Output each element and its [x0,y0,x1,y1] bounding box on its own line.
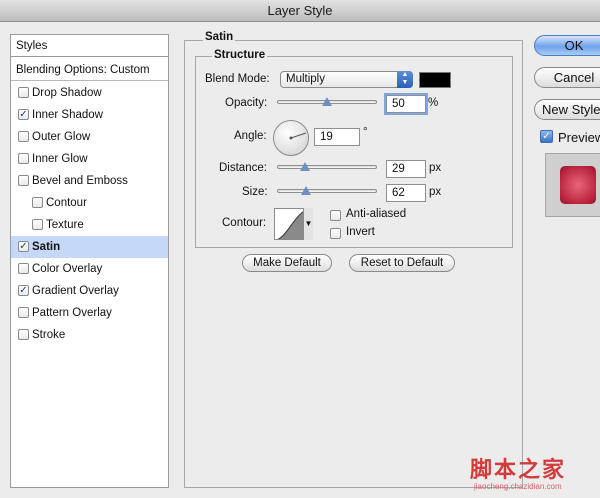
style-item-checkbox[interactable] [32,197,43,208]
style-item-checkbox[interactable] [18,131,29,142]
style-item-drop-shadow[interactable]: Drop Shadow [11,82,168,104]
size-slider[interactable] [277,189,377,193]
opacity-unit: % [428,97,439,109]
preview-label: Preview [558,130,600,145]
style-item-checkbox[interactable]: ✓ [18,285,29,296]
contour-dropdown-arrow-icon[interactable]: ▼ [303,208,313,240]
style-item-checkbox[interactable] [18,175,29,186]
anti-aliased-label: Anti-aliased [346,208,407,220]
blend-mode-label: Blend Mode: [205,73,270,85]
watermark: 脚本之家 jiaocheng.chazidian.com [470,452,600,498]
contour-label: Contour: [222,217,267,229]
distance-label: Distance: [219,162,267,174]
style-item-checkbox[interactable] [18,87,29,98]
style-item-inner-glow[interactable]: Inner Glow [11,148,168,170]
distance-unit: px [429,162,442,174]
new-style-button[interactable]: New Style... [534,99,600,120]
angle-dial-needle-icon [289,132,307,140]
size-label: Size: [242,186,268,198]
size-slider-thumb[interactable] [301,186,311,195]
distance-slider[interactable] [277,165,377,169]
preview-swatch [560,166,596,204]
distance-slider-thumb[interactable] [300,162,310,171]
invert-label: Invert [346,226,375,238]
style-item-checkbox[interactable] [18,263,29,274]
style-item-label: Inner Glow [32,153,88,165]
style-item-pattern-overlay[interactable]: Pattern Overlay [11,302,168,324]
style-item-texture[interactable]: Texture [11,214,168,236]
select-arrows-icon: ▲ ▼ [397,71,413,88]
opacity-slider-thumb[interactable] [322,97,332,106]
style-item-label: Stroke [32,329,66,341]
size-unit: px [429,186,442,198]
cancel-button[interactable]: Cancel [534,67,600,88]
style-item-checkbox[interactable] [18,307,29,318]
opacity-label: Opacity: [225,97,268,109]
style-item-color-overlay[interactable]: Color Overlay [11,258,168,280]
style-item-label: Color Overlay [32,263,103,275]
angle-label: Angle: [234,130,267,142]
ok-button[interactable]: OK [534,35,600,56]
style-item-checkbox[interactable]: ✓ [18,241,29,252]
style-item-contour[interactable]: Contour [11,192,168,214]
window-titlebar: Layer Style [0,0,600,22]
style-item-inner-shadow[interactable]: ✓ Inner Shadow [11,104,168,126]
reset-to-default-button[interactable]: Reset to Default [349,254,455,272]
blend-mode-select[interactable]: Multiply ▲ ▼ [280,71,413,88]
styles-header[interactable]: Styles [11,35,168,57]
style-item-label: Bevel and Emboss [32,175,128,187]
style-item-label: Gradient Overlay [32,285,119,297]
contour-curve-icon [277,210,306,239]
style-item-checkbox[interactable] [32,219,43,230]
style-item-checkbox[interactable] [18,153,29,164]
angle-input[interactable]: 19 [314,128,360,146]
preview-checkbox[interactable]: ✓ [540,130,553,143]
make-default-button[interactable]: Make Default [242,254,332,272]
style-item-satin[interactable]: ✓ Satin [11,236,168,258]
style-item-label: Outer Glow [32,131,91,143]
style-item-bevel-and-emboss[interactable]: Bevel and Emboss [11,170,168,192]
anti-aliased-checkbox[interactable] [330,210,341,221]
angle-unit: ° [363,126,368,138]
blend-color-swatch[interactable] [419,72,451,88]
style-item-checkbox[interactable] [18,329,29,340]
distance-input[interactable]: 29 [386,160,426,178]
size-input[interactable]: 62 [386,184,426,202]
structure-title: Structure [212,49,268,61]
invert-checkbox[interactable] [330,228,341,239]
style-item-checkbox[interactable]: ✓ [18,109,29,120]
style-item-label: Drop Shadow [32,87,102,99]
style-item-label: Inner Shadow [32,109,103,121]
blending-options-item[interactable]: Blending Options: Custom [11,59,168,81]
watermark-text: 脚本之家 [470,457,567,483]
style-item-gradient-overlay[interactable]: ✓ Gradient Overlay [11,280,168,302]
style-item-label: Contour [46,197,87,209]
watermark-url: jiaocheng.chazidian.com [474,482,562,491]
style-item-outer-glow[interactable]: Outer Glow [11,126,168,148]
angle-dial[interactable] [273,120,309,156]
style-item-label: Pattern Overlay [32,307,112,319]
style-item-stroke[interactable]: Stroke [11,324,168,346]
style-item-label: Satin [32,241,61,253]
style-item-label: Texture [46,219,84,231]
opacity-input[interactable]: 50 [386,95,426,113]
styles-list: Styles Blending Options: Custom Drop Sha… [10,34,169,488]
window-title: Layer Style [267,3,333,18]
preview-frame [545,153,600,217]
section-title: Satin [203,31,236,43]
